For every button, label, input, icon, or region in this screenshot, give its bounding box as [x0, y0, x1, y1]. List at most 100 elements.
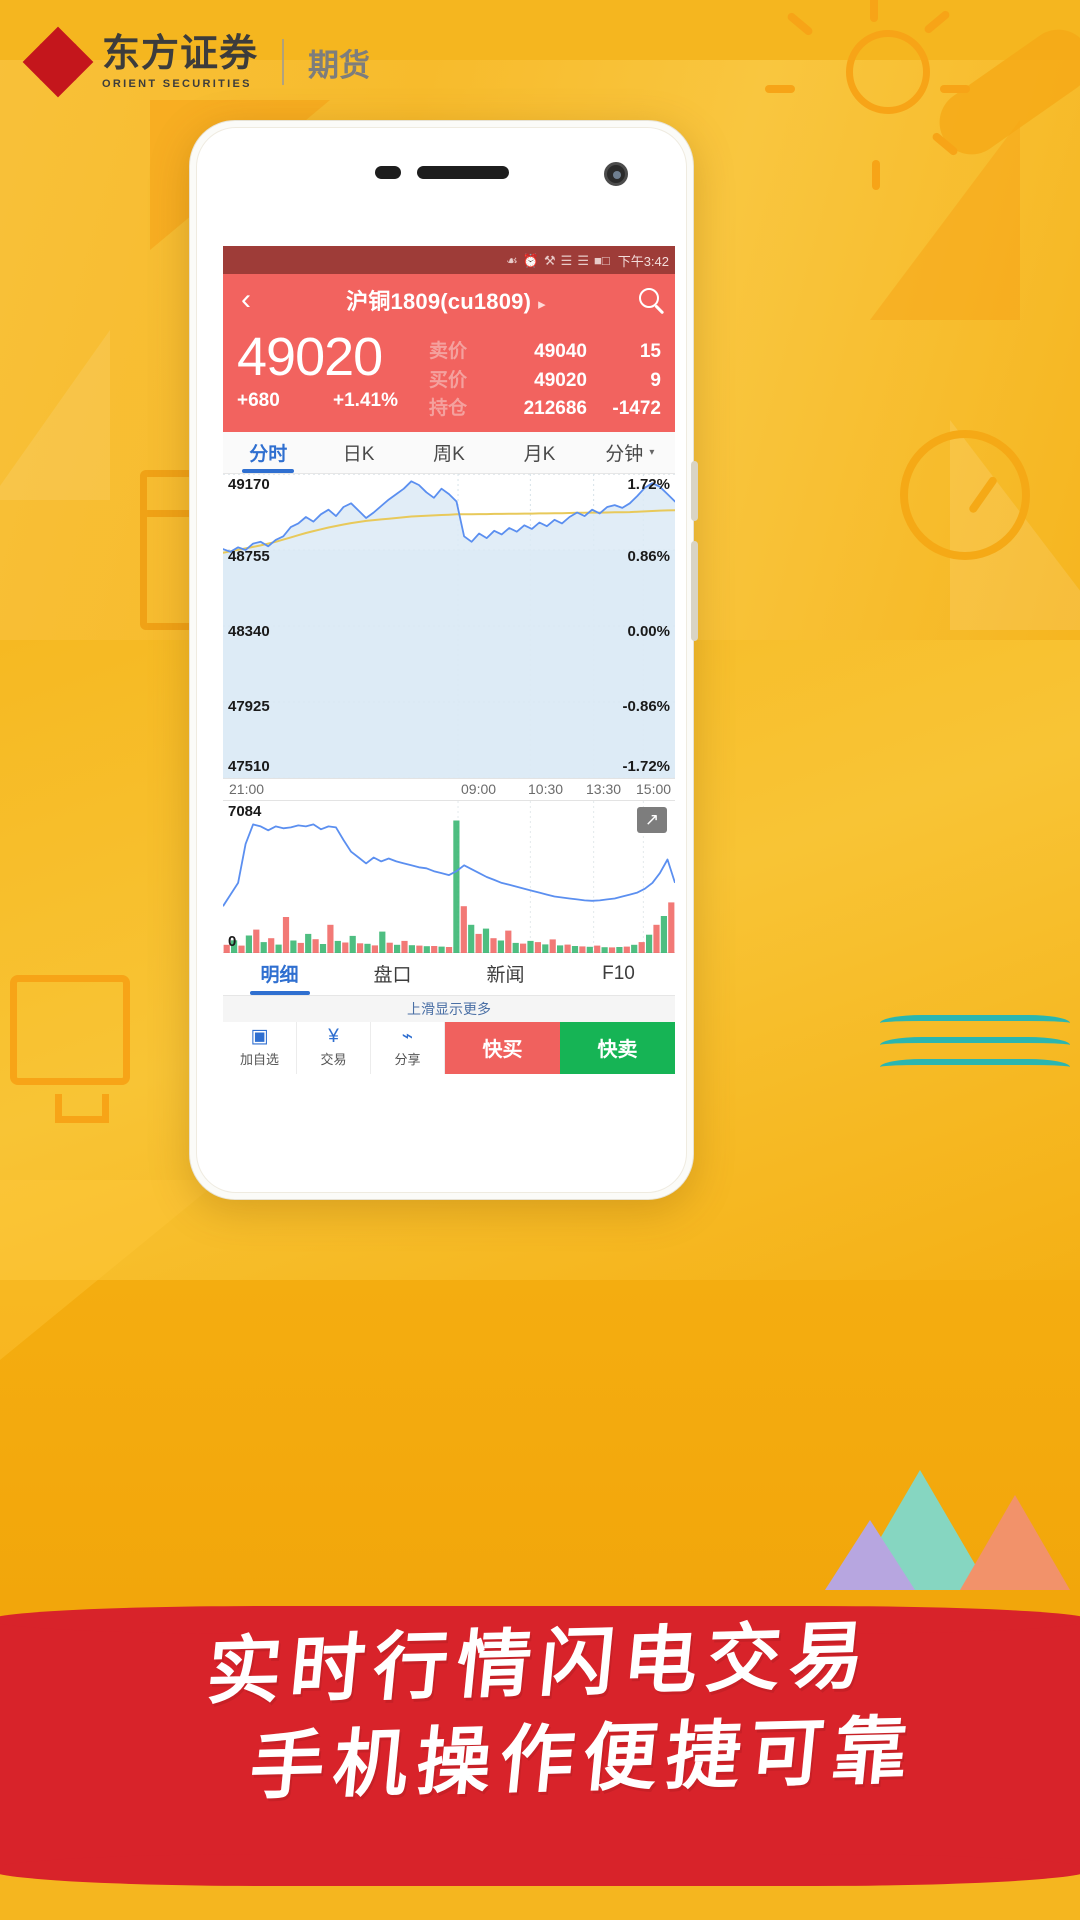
x-axis-tick: 21:00 [229, 780, 265, 797]
chart-tab-bar: 分时 日K 周K 月K 分钟 ▾ [223, 431, 675, 474]
action-bar: ▣ 加自选 ¥ 交易 ⌁ 分享 快买 快卖 [223, 1021, 675, 1074]
phone-volume-button[interactable] [691, 461, 698, 521]
chevron-right-icon: ▸ [538, 296, 546, 313]
quick-sell-button[interactable]: 快卖 [560, 1021, 675, 1074]
quote-row: 持仓 212686 -1472 [429, 395, 661, 424]
y-axis-pct-tick: 0.86% [627, 547, 670, 565]
sun-ray-icon [785, 11, 815, 37]
alarm-icon: ⏰ [522, 252, 539, 268]
tab-label: 分钟 [605, 443, 644, 465]
sun-ray-icon [870, 0, 878, 22]
detail-tab-bar: 明细 盘口 新闻 F10 [223, 951, 675, 996]
clock-icon [900, 430, 1030, 560]
share-button[interactable]: ⌁ 分享 [371, 1021, 445, 1074]
quote-left: 49020 +680 +1.41% [237, 330, 429, 412]
sun-ray-icon [872, 160, 880, 190]
brand-name-en: ORIENT SECURITIES [102, 77, 252, 90]
back-button[interactable]: ‹ [223, 285, 269, 315]
quote-right: 卖价 49040 15 买价 49020 9 持仓 212686 -1472 [429, 330, 661, 424]
chevron-down-icon: ▾ [649, 446, 655, 458]
bid-price-label: 买价 [429, 369, 468, 391]
y-axis-tick: 47510 [228, 757, 270, 775]
tab-label: 分时 [249, 443, 288, 465]
tab-detail[interactable]: 明细 [223, 953, 336, 995]
price-change: +680 [237, 390, 280, 411]
y-axis-pct-tick: -0.86% [622, 697, 670, 715]
phone-power-button[interactable] [691, 541, 698, 641]
status-bar-time: 下午3:42 [617, 253, 669, 269]
expand-icon[interactable]: ↗ [637, 806, 667, 833]
tab-label: 新闻 [486, 965, 525, 986]
promo-banner: 实时行情闪电交易 手机操作便捷可靠 [0, 1590, 1080, 1920]
x-axis-tick: 15:00 [636, 780, 672, 797]
y-axis-pct-tick: 1.72% [627, 475, 670, 493]
chart-container[interactable]: 49170 48755 48340 47925 47510 1.72% 0.86… [223, 473, 675, 800]
tab-label: 盘口 [373, 965, 412, 986]
ask-volume: 15 [639, 341, 661, 362]
open-interest-value: 212686 [523, 398, 587, 419]
ask-price-label: 卖价 [429, 341, 468, 362]
y-axis-tick: 49170 [228, 475, 270, 493]
phone-front-camera [604, 162, 628, 186]
sun-ray-icon [765, 85, 795, 93]
status-bar: ☙ ⏰ ⚒ ☰ ☰ ■□ 下午3:42 [223, 246, 675, 274]
volume-chart-svg [223, 800, 675, 953]
tab-minutes[interactable]: 分钟 ▾ [585, 432, 675, 473]
app-navbar: ‹ 沪铜1809(cu1809) ▸ [223, 274, 675, 326]
mountain-icon [825, 1520, 915, 1590]
phone-bezel: ☙ ⏰ ⚒ ☰ ☰ ■□ 下午3:42 ‹ 沪铜1809(cu1809) ▸ 4… [196, 127, 687, 1193]
app-screen: ☙ ⏰ ⚒ ☰ ☰ ■□ 下午3:42 ‹ 沪铜1809(cu1809) ▸ 4… [223, 246, 675, 1086]
x-axis-tick: 10:30 [528, 780, 564, 797]
page-title[interactable]: 沪铜1809(cu1809) ▸ [269, 284, 623, 316]
banner-text: 实时行情闪电交易 手机操作便捷可靠 [0, 1616, 1080, 1809]
volume-max-label: 7084 [228, 802, 262, 820]
tab-news[interactable]: 新闻 [449, 953, 562, 995]
x-axis: 21:00 09:00 10:30 13:30 15:00 [223, 777, 675, 800]
instrument-name: 沪铜1809(cu1809) [346, 289, 532, 314]
tab-label: 明细 [260, 965, 299, 986]
bg-triangle-5 [0, 1180, 220, 1360]
ask-price-value: 49040 [534, 341, 587, 362]
signal-1-icon: ☰ [560, 252, 573, 268]
phone-mockup: ☙ ⏰ ⚒ ☰ ☰ ■□ 下午3:42 ‹ 沪铜1809(cu1809) ▸ 4… [189, 120, 698, 1200]
tab-label: 日K [342, 443, 375, 465]
add-watchlist-label: 加自选 [239, 1052, 279, 1067]
brand-header: 东方证券 ORIENT SECURITIES 期货 [22, 26, 370, 98]
last-price: 49020 [237, 327, 383, 387]
add-watchlist-icon: ▣ [250, 1026, 269, 1047]
swipe-hint[interactable]: 上滑显示更多 [223, 995, 675, 1022]
tab-label: 周K [433, 443, 465, 465]
bid-price-value: 49020 [534, 369, 587, 391]
brand-name-block: 东方证券 ORIENT SECURITIES [102, 35, 258, 90]
battery-icon: ■□ [593, 252, 610, 268]
bluetooth-icon: ⚒ [544, 252, 556, 268]
sun-icon [846, 30, 930, 114]
volume-chart[interactable]: 7084 0 ↗ [223, 799, 675, 953]
add-watchlist-button[interactable]: ▣ 加自选 [223, 1021, 297, 1074]
price-chart[interactable]: 49170 48755 48340 47925 47510 1.72% 0.86… [223, 473, 675, 778]
search-icon [639, 287, 659, 308]
quick-buy-button[interactable]: 快买 [445, 1021, 560, 1074]
tab-f10[interactable]: F10 [562, 953, 675, 995]
sun-ray-icon [940, 85, 970, 93]
quote-change-row: +680 +1.41% [237, 390, 429, 412]
tab-daily-k[interactable]: 日K [313, 432, 403, 473]
y-axis-tick: 48340 [228, 622, 270, 640]
brand-name-cn: 东方证券 [102, 32, 259, 75]
tab-monthly-k[interactable]: 月K [494, 432, 584, 473]
tab-weekly-k[interactable]: 周K [404, 432, 494, 473]
search-button[interactable] [623, 287, 675, 313]
x-axis-tick: 09:00 [461, 780, 497, 797]
brand-divider [282, 39, 285, 85]
bid-volume: 9 [650, 369, 661, 391]
trade-button[interactable]: ¥ 交易 [297, 1021, 371, 1074]
tab-timeline[interactable]: 分时 [223, 432, 313, 473]
y-axis-tick: 48755 [228, 547, 270, 565]
y-axis-pct-tick: -1.72% [622, 757, 670, 775]
price-chart-svg [223, 473, 675, 778]
price-change-percent: +1.41% [333, 390, 398, 411]
vibrate-icon: ☙ [506, 252, 518, 268]
monitor-icon [10, 975, 130, 1123]
tab-orderbook[interactable]: 盘口 [336, 953, 449, 995]
share-icon: ⌁ [401, 1026, 414, 1047]
